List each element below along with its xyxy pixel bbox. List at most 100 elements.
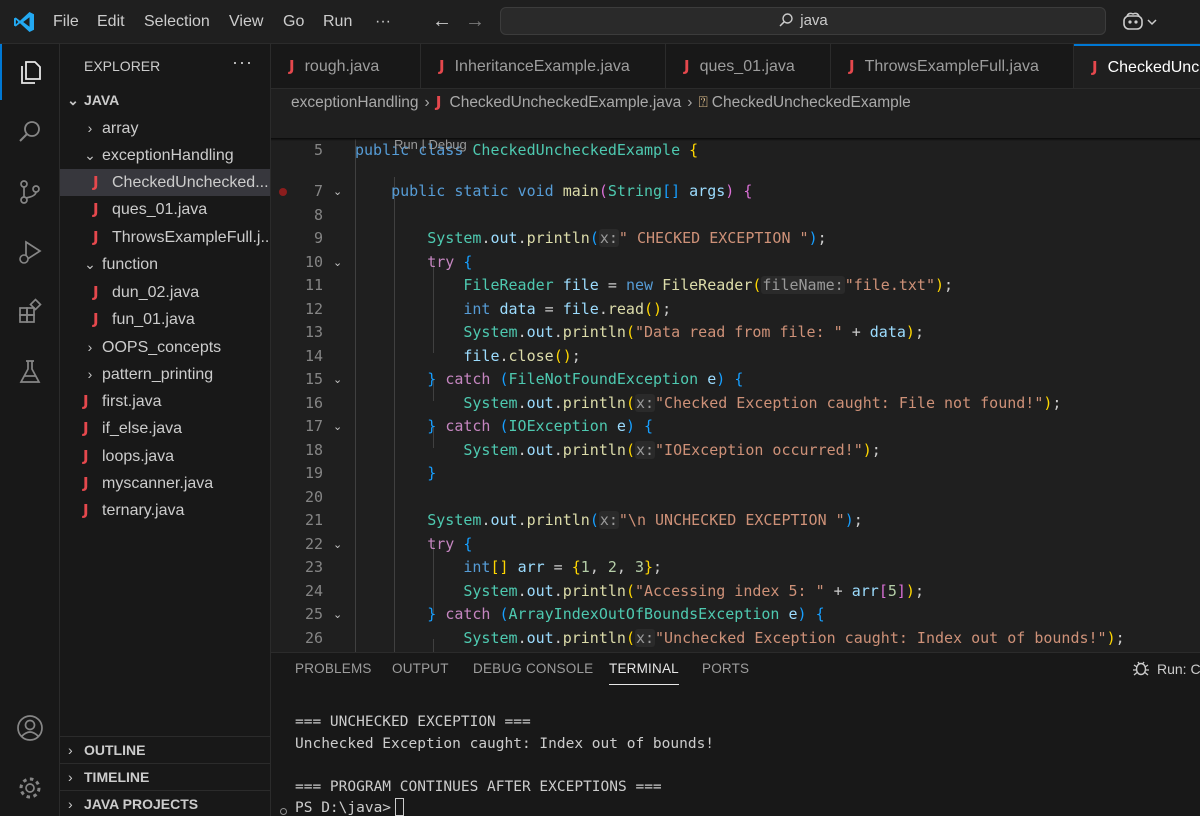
terminal-run-selector[interactable]: Run: Ch bbox=[1131, 653, 1200, 685]
java-file-icon: J bbox=[83, 419, 89, 437]
terminal-prompt-line[interactable]: PS D:\java> bbox=[295, 798, 405, 816]
tab-ques01-java[interactable]: Jques_01.java bbox=[666, 44, 831, 88]
terminal-cursor bbox=[395, 798, 405, 816]
menu-file[interactable]: File bbox=[53, 0, 79, 44]
command-center-search[interactable]: java bbox=[500, 7, 1106, 35]
breadcrumb: exceptionHandling › J CheckedUncheckedExamp… bbox=[271, 89, 1200, 115]
forward-arrow-icon[interactable]: → bbox=[465, 10, 485, 32]
class-symbol-icon: ⍰ bbox=[698, 94, 708, 111]
debug-bug-icon bbox=[1133, 661, 1149, 676]
tree-file-loops[interactable]: J loops.java bbox=[60, 443, 270, 470]
section-java-projects[interactable]: › JAVA PROJECTS bbox=[60, 790, 270, 816]
breadcrumb-file[interactable]: CheckedUncheckedExample.java bbox=[450, 94, 682, 111]
panel-tab-output[interactable]: OUTPUT bbox=[392, 653, 449, 685]
search-icon[interactable] bbox=[0, 104, 60, 160]
chevron-right-icon: › bbox=[68, 742, 73, 758]
tree-folder-pattern-printing[interactable]: › pattern_printing bbox=[60, 361, 270, 388]
tree-file-throwsexamplefull[interactable]: J ThrowsExampleFull.j... bbox=[60, 224, 270, 251]
tree-file-checkedunchecked[interactable]: J CheckedUnchecked... bbox=[60, 169, 270, 196]
terminal-command-decoration bbox=[280, 808, 287, 815]
panel-tab-problems[interactable]: PROBLEMS bbox=[295, 653, 372, 685]
run-debug-icon[interactable] bbox=[0, 224, 60, 280]
tree-folder-oops[interactable]: › OOPS_concepts bbox=[60, 334, 270, 361]
menu-selection[interactable]: Selection bbox=[144, 0, 210, 44]
tree-file-ternary[interactable]: J ternary.java bbox=[60, 497, 270, 524]
panel-tab-debug-console[interactable]: DEBUG CONSOLE bbox=[473, 653, 593, 685]
tree-file-fun01[interactable]: J fun_01.java bbox=[60, 306, 270, 333]
panel-tab-ports[interactable]: PORTS bbox=[702, 653, 749, 685]
java-file-icon: J bbox=[289, 57, 295, 75]
java-file-icon: J bbox=[93, 283, 99, 301]
code-line: 26 System.out.println(x:"Unchecked Excep… bbox=[304, 628, 1125, 647]
extensions-icon[interactable] bbox=[0, 284, 60, 340]
code-line: 9 System.out.println(x:" CHECKED EXCEPTI… bbox=[313, 228, 827, 247]
code-line: 7 ⌄ public static void main(String[] args… bbox=[271, 156, 1200, 200]
back-arrow-icon[interactable]: ← bbox=[432, 10, 452, 32]
java-file-icon: J bbox=[83, 501, 89, 519]
account-icon[interactable] bbox=[0, 700, 60, 756]
code-line: 22 ⌄ try { bbox=[271, 509, 1200, 553]
terminal-line: === PROGRAM CONTINUES AFTER EXCEPTIONS =… bbox=[295, 779, 662, 795]
chevron-right-icon: › bbox=[87, 339, 93, 355]
tab-throwsexamplefull-java[interactable]: J ThrowsExampleFull.java bbox=[831, 44, 1074, 88]
search-text: java bbox=[800, 12, 828, 29]
chevron-right-icon: › bbox=[424, 94, 430, 111]
java-file-icon: J bbox=[83, 392, 89, 410]
terminal-line: === UNCHECKED EXCEPTION === bbox=[295, 714, 531, 730]
editor-tabs: Jrough.java J InheritanceExample.java Jqu… bbox=[271, 44, 1200, 89]
chevron-right-icon: › bbox=[87, 366, 93, 382]
code-line: 18 System.out.println(x:"IOException occ… bbox=[304, 440, 881, 459]
tree-file-myscanner[interactable]: J myscanner.java bbox=[60, 470, 270, 497]
tree-root-java[interactable]: ⌄ JAVA bbox=[60, 87, 270, 114]
tree-file-if-else[interactable]: J if_else.java bbox=[60, 415, 270, 442]
testing-icon[interactable] bbox=[0, 344, 60, 400]
copilot-icon[interactable] bbox=[1122, 11, 1160, 33]
menu-go[interactable]: Go bbox=[283, 0, 304, 44]
menu-view[interactable]: View bbox=[229, 0, 263, 44]
code-line: 25 ⌄ } catch (ArrayIndexOutOfBoundsExcept… bbox=[271, 579, 1200, 623]
tab-checkedunchecked-java[interactable]: J CheckedUnc bbox=[1074, 44, 1200, 88]
java-file-icon: J bbox=[93, 173, 99, 191]
explorer-sidebar: EXPLORER ··· ⌄ JAVA › array ⌄ exceptionH… bbox=[60, 44, 271, 816]
menu-run[interactable]: Run bbox=[323, 0, 352, 44]
breadcrumb-folder[interactable]: exceptionHandling bbox=[291, 94, 419, 111]
terminal-line: Unchecked Exception caught: Index out of… bbox=[295, 736, 715, 752]
explorer-icon[interactable] bbox=[0, 44, 60, 100]
terminal-prompt: PS D:\java> bbox=[295, 800, 392, 816]
explorer-more-actions[interactable]: ··· bbox=[232, 52, 253, 73]
breadcrumb-symbol[interactable]: CheckedUncheckedExample bbox=[712, 94, 911, 111]
settings-gear-icon[interactable] bbox=[0, 760, 60, 816]
java-file-icon: J bbox=[684, 57, 690, 75]
code-line: 19 } bbox=[304, 463, 437, 482]
code-line: 27 } bbox=[271, 626, 1200, 653]
tree-file-dun02[interactable]: J dun_02.java bbox=[60, 279, 270, 306]
title-bar: File Edit Selection View Go Run ··· ← → … bbox=[0, 0, 1200, 44]
java-file-icon: J bbox=[93, 228, 99, 246]
code-line: 14 file.close(); bbox=[304, 346, 581, 365]
java-file-icon: J bbox=[93, 310, 99, 328]
panel-tab-terminal[interactable]: TERMINAL bbox=[609, 653, 679, 685]
java-file-icon: J bbox=[83, 474, 89, 492]
chevron-right-icon: › bbox=[87, 120, 93, 136]
tab-rough-java[interactable]: Jrough.java bbox=[271, 44, 421, 88]
bottom-panel: PROBLEMS OUTPUT DEBUG CONSOLE TERMINAL P… bbox=[271, 652, 1200, 816]
section-timeline[interactable]: › TIMELINE bbox=[60, 763, 270, 790]
code-editor[interactable]: 5 public class CheckedUncheckedExample { … bbox=[271, 115, 1200, 652]
java-file-icon: J bbox=[435, 93, 442, 111]
menu-edit[interactable]: Edit bbox=[97, 0, 125, 44]
codelens-run-debug[interactable]: Run | Debug bbox=[394, 137, 467, 152]
chevron-down-icon: ⌄ bbox=[67, 92, 79, 108]
menu-more[interactable]: ··· bbox=[375, 0, 391, 44]
section-outline[interactable]: › OUTLINE bbox=[60, 736, 270, 763]
java-file-icon: J bbox=[439, 57, 445, 75]
code-line: 20 bbox=[304, 487, 323, 506]
tree-folder-function[interactable]: ⌄ function bbox=[60, 251, 270, 278]
tree-folder-array[interactable]: › array bbox=[60, 115, 270, 142]
tab-inheritanceexample-java[interactable]: J InheritanceExample.java bbox=[421, 44, 666, 88]
tree-folder-exceptionhandling[interactable]: ⌄ exceptionHandling bbox=[60, 142, 270, 169]
tree-file-ques01[interactable]: J ques_01.java bbox=[60, 196, 270, 223]
chevron-right-icon: › bbox=[68, 796, 73, 812]
vscode-logo[interactable] bbox=[12, 10, 36, 34]
source-control-icon[interactable] bbox=[0, 164, 60, 220]
tree-file-first[interactable]: J first.java bbox=[60, 388, 270, 415]
